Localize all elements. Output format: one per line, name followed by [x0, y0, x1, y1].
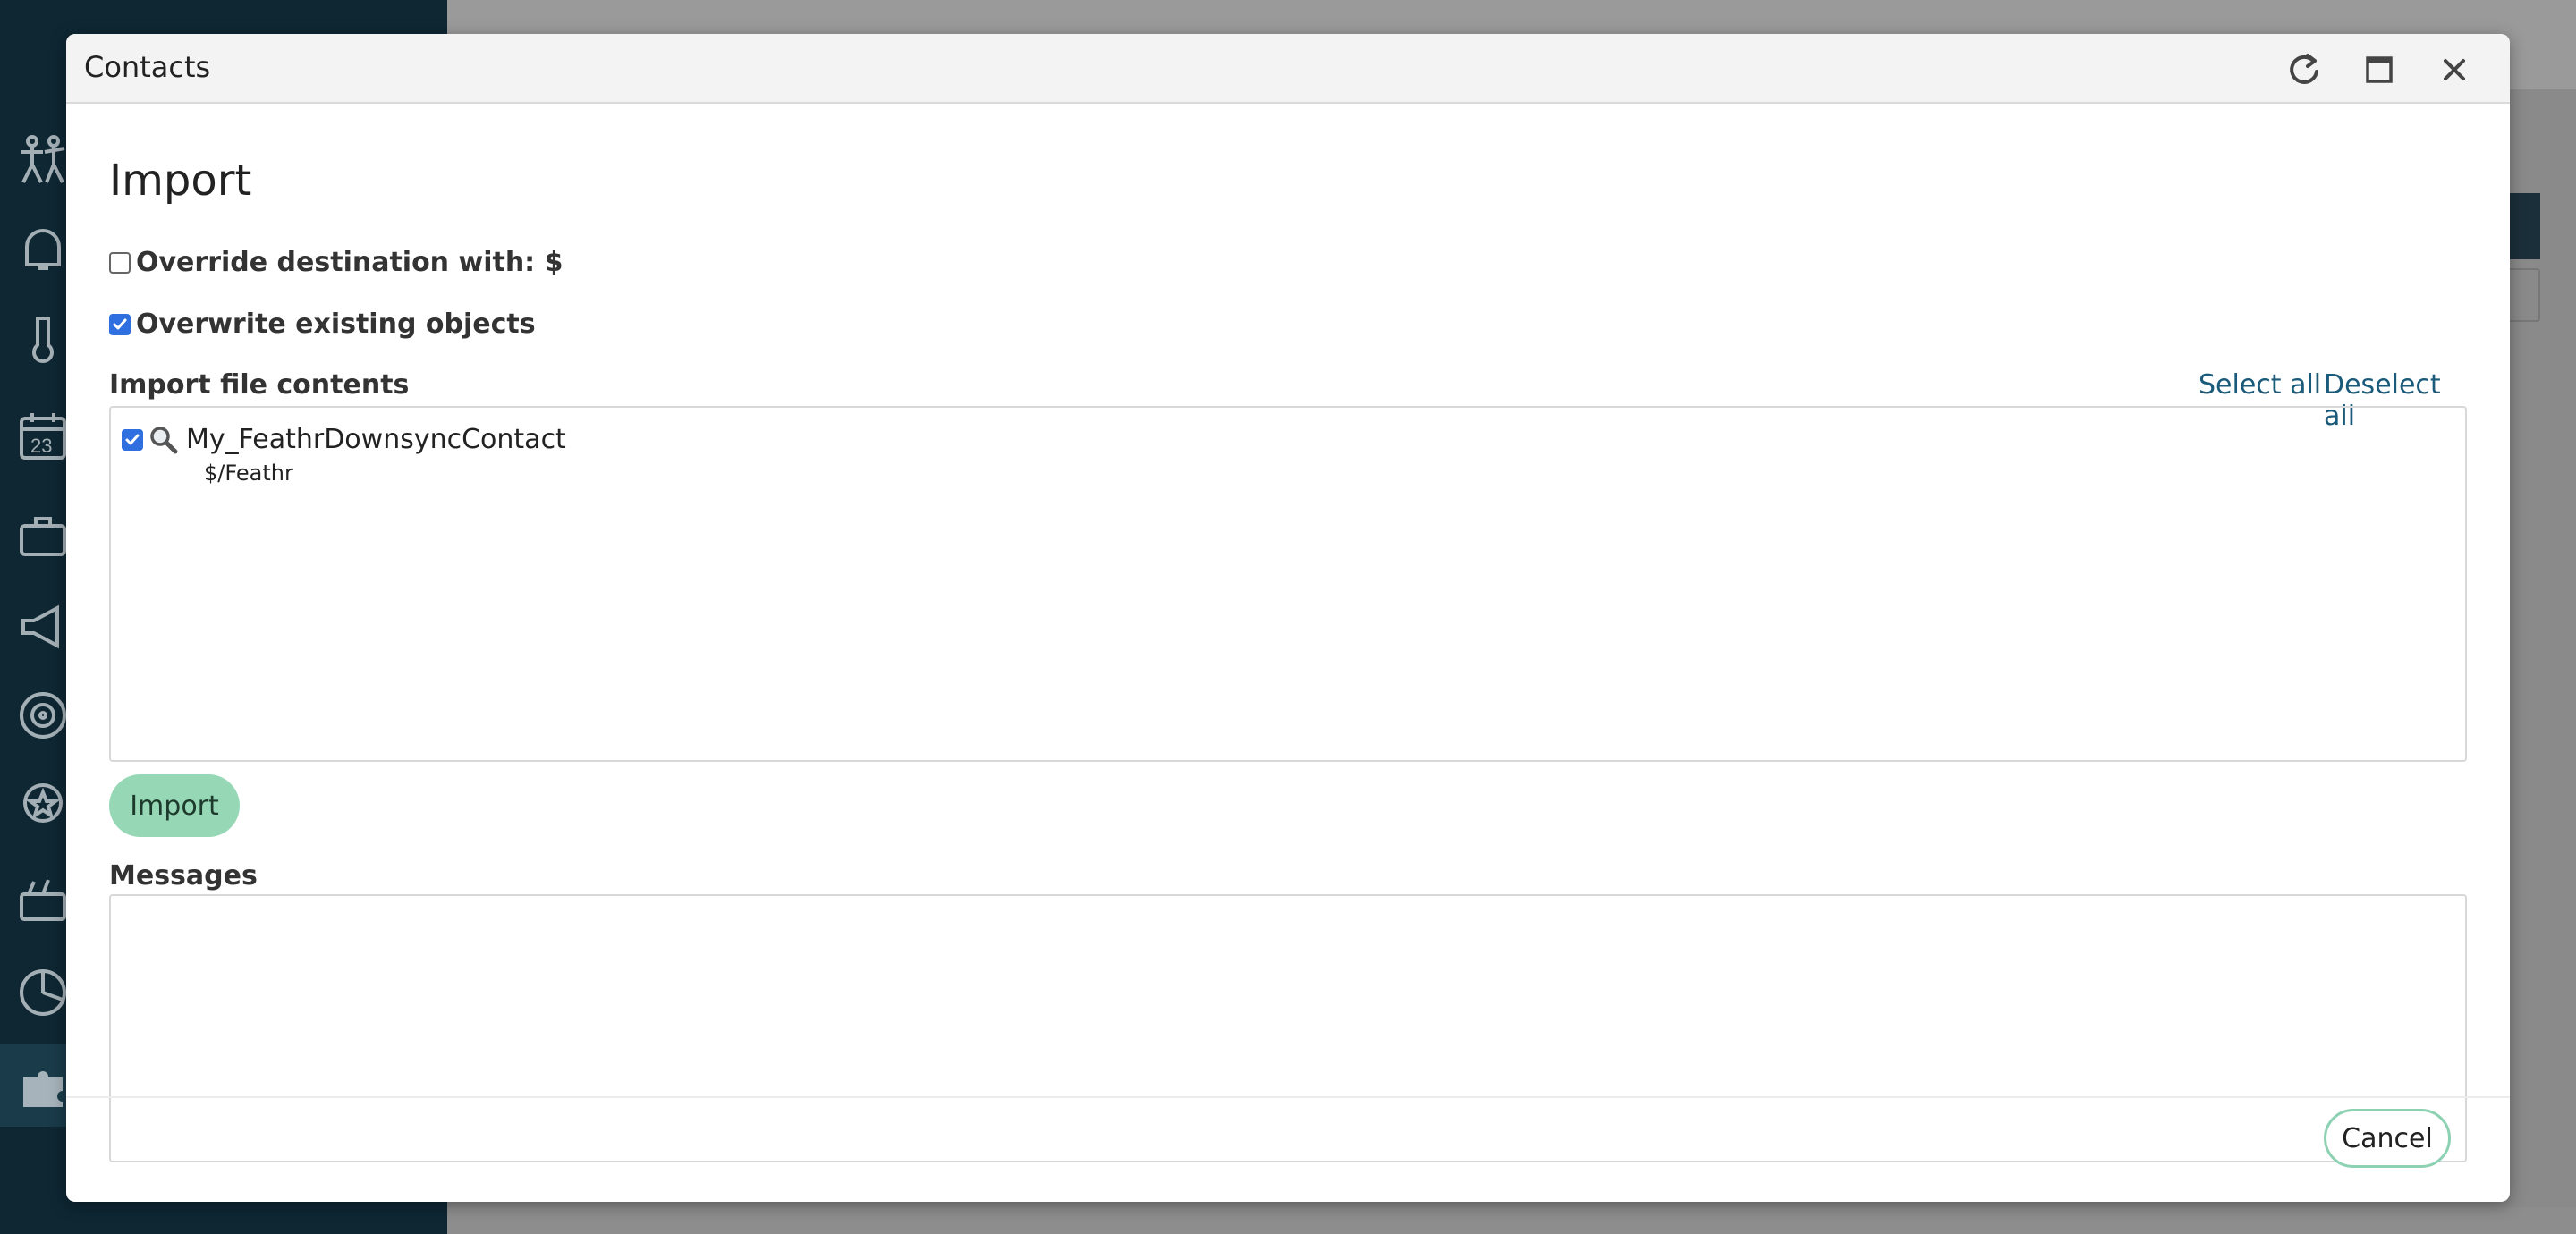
messages-label: Messages — [109, 860, 258, 892]
people-icon — [21, 135, 65, 183]
cancel-button[interactable]: Cancel — [2324, 1109, 2451, 1168]
override-destination-option[interactable]: Override destination with: $ — [109, 247, 564, 278]
maximize-icon — [2366, 56, 2393, 83]
checkmark-icon — [125, 434, 140, 444]
maximize-button[interactable] — [2354, 45, 2404, 95]
messages-box — [109, 894, 2467, 1162]
overwrite-existing-checkbox[interactable] — [109, 313, 131, 335]
import-file-contents-label: Import file contents — [109, 369, 410, 401]
bell-icon — [25, 229, 61, 270]
dialog-titlebar: Contacts — [66, 34, 2510, 104]
close-icon — [2444, 59, 2465, 80]
app-bottom-bar — [447, 1207, 2576, 1234]
page-title: Import — [109, 156, 252, 206]
item-checkbox[interactable] — [122, 428, 143, 451]
import-button[interactable]: Import — [109, 774, 240, 837]
svg-text:23: 23 — [30, 435, 52, 457]
overwrite-existing-label: Overwrite existing objects — [136, 308, 536, 340]
list-item[interactable]: My_FeathrDownsyncContact $/Feathr — [122, 424, 566, 486]
calendar-icon: 23 — [20, 413, 66, 460]
magnifier-icon[interactable] — [148, 425, 179, 455]
import-contents-list: My_FeathrDownsyncContact $/Feathr — [109, 406, 2467, 762]
item-name: My_FeathrDownsyncContact — [186, 424, 566, 455]
toolbox-icon — [20, 879, 66, 921]
thermometer-icon — [32, 317, 54, 363]
target-icon — [20, 692, 66, 739]
import-dialog: Contacts Import Override destination wit… — [66, 34, 2510, 1202]
award-icon — [23, 783, 63, 823]
briefcase-icon — [20, 517, 66, 556]
refresh-icon — [2290, 54, 2318, 84]
overwrite-existing-option[interactable]: Overwrite existing objects — [109, 308, 536, 340]
pie-chart-icon — [20, 969, 66, 1016]
close-button[interactable] — [2429, 45, 2479, 95]
dialog-footer-divider — [66, 1096, 2510, 1098]
item-path: $/Feathr — [204, 461, 293, 486]
megaphone-icon — [21, 604, 59, 649]
refresh-button[interactable] — [2279, 45, 2329, 95]
puzzle-icon — [23, 1071, 63, 1107]
override-destination-checkbox[interactable] — [109, 251, 131, 274]
dialog-title: Contacts — [84, 50, 211, 84]
select-all-link[interactable]: Select all — [2199, 369, 2321, 401]
override-destination-label: Override destination with: $ — [136, 247, 564, 278]
checkmark-icon — [113, 318, 127, 329]
